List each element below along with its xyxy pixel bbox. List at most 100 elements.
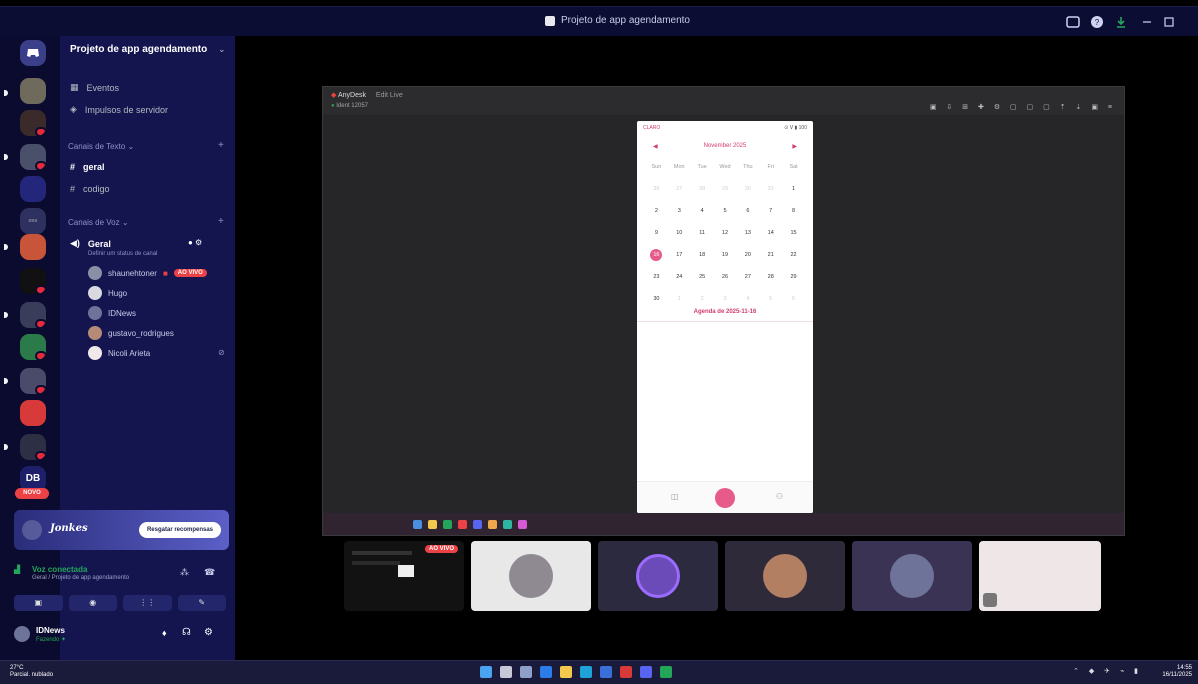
calendar-day[interactable]: 11: [691, 227, 714, 239]
voice-user[interactable]: shaunehtoner ■ AO VIVO: [88, 266, 207, 280]
soundboard-button[interactable]: ✎: [177, 595, 226, 611]
start-icon[interactable]: [480, 666, 492, 678]
channel-status[interactable]: Definir um status de canal: [88, 251, 157, 257]
calendar-day[interactable]: 3: [714, 293, 737, 305]
calendar-day[interactable]: 2: [645, 205, 668, 217]
server-icon[interactable]: [20, 368, 46, 394]
phone-screen[interactable]: CLARO ⊙ ᐯ ▮ 100 ◀ November 2025 ▶ Sun Mon…: [637, 121, 813, 513]
server-name[interactable]: Projeto de app agendamento: [70, 44, 207, 55]
voice-connected-subtitle[interactable]: Geral / Projeto de app agendamento: [32, 575, 129, 581]
calendar-day[interactable]: 24: [668, 271, 691, 283]
text-category[interactable]: Canais de Texto ⌄: [68, 142, 134, 151]
direct-messages-icon[interactable]: [20, 40, 46, 66]
voice-user[interactable]: Hugo: [88, 286, 127, 300]
whatsapp-icon[interactable]: [660, 666, 672, 678]
calendar-day[interactable]: 26: [645, 183, 668, 195]
calendar-day[interactable]: 26: [714, 271, 737, 283]
camera-button[interactable]: ▣: [14, 595, 63, 611]
calendar-day[interactable]: 17: [668, 249, 691, 261]
sidebar-item-boosts[interactable]: ◈ Impulsos de servidor: [70, 104, 168, 115]
voice-user[interactable]: IDNews: [88, 306, 136, 320]
voice-category[interactable]: Canais de Voz ⌄: [68, 218, 129, 227]
task-view-icon[interactable]: [520, 666, 532, 678]
server-icon[interactable]: [20, 234, 46, 260]
calendar-day[interactable]: 29: [782, 271, 805, 283]
calendar-day[interactable]: 31: [759, 183, 782, 195]
app-icon[interactable]: [518, 519, 527, 529]
screen-share-button[interactable]: ◉: [68, 595, 117, 611]
download-icon[interactable]: [1114, 15, 1128, 29]
calendar-day[interactable]: 30: [736, 183, 759, 195]
server-icon[interactable]: ≡≡≡: [20, 208, 46, 234]
participant-tile[interactable]: [979, 541, 1101, 611]
voice-channel-geral[interactable]: ◀) Geral: [70, 238, 111, 249]
calendar-day[interactable]: 8: [782, 205, 805, 217]
stream-tile[interactable]: AO VIVO: [344, 541, 464, 611]
server-icon[interactable]: [20, 78, 46, 104]
calendar-day[interactable]: 13: [736, 227, 759, 239]
app-icon[interactable]: [413, 519, 422, 529]
avatar[interactable]: [14, 626, 30, 642]
calendar-day[interactable]: 23: [645, 271, 668, 283]
server-icon[interactable]: [20, 400, 46, 426]
calendar-day[interactable]: 28: [691, 183, 714, 195]
server-icon[interactable]: [20, 302, 46, 328]
app-icon[interactable]: [428, 519, 437, 529]
calendar-day[interactable]: 14: [759, 227, 782, 239]
app-icon[interactable]: [600, 666, 612, 678]
calendar-day[interactable]: 1: [668, 293, 691, 305]
search-icon[interactable]: [500, 666, 512, 678]
app-icon[interactable]: [473, 519, 482, 529]
maximize-icon[interactable]: [1162, 15, 1176, 29]
participant-tile[interactable]: [852, 541, 972, 611]
calendar-day[interactable]: 6: [736, 205, 759, 217]
calendar-day[interactable]: 29: [714, 183, 737, 195]
folder-icon[interactable]: [560, 666, 572, 678]
server-icon[interactable]: [20, 176, 46, 202]
calendar-day[interactable]: 25: [691, 271, 714, 283]
sidebar-item-events[interactable]: ▦ Eventos: [70, 82, 119, 93]
voice-user[interactable]: Nicoli Arieta: [88, 346, 150, 360]
opera-icon[interactable]: [620, 666, 632, 678]
calendar-day[interactable]: 18: [691, 249, 714, 261]
calendar-day[interactable]: 7: [759, 205, 782, 217]
calendar-day[interactable]: 21: [759, 249, 782, 261]
weather-widget[interactable]: 27°C Parcial. nublado: [10, 665, 53, 679]
next-month-icon[interactable]: ▶: [792, 143, 797, 150]
list-icon[interactable]: ◫: [671, 492, 679, 501]
calendar-day[interactable]: 6: [782, 293, 805, 305]
calendar-day[interactable]: 30: [645, 293, 668, 305]
app-icon[interactable]: [488, 519, 497, 529]
headphones-icon[interactable]: ☊: [182, 627, 191, 638]
calendar-day[interactable]: 3: [668, 205, 691, 217]
server-icon[interactable]: [20, 268, 46, 294]
discord-icon[interactable]: [640, 666, 652, 678]
calendar-day[interactable]: 28: [759, 271, 782, 283]
disconnect-icon[interactable]: ☎: [204, 567, 215, 578]
help-icon[interactable]: ?: [1090, 15, 1104, 29]
server-icon[interactable]: [20, 110, 46, 136]
settings-gear-icon[interactable]: ⚙: [204, 627, 213, 638]
calendar-day[interactable]: 10: [668, 227, 691, 239]
participant-tile[interactable]: [471, 541, 591, 611]
system-tray[interactable]: ⌃ ◆ ✈ ⌁ ▮: [1073, 667, 1142, 675]
calendar-nav-button[interactable]: [715, 488, 735, 508]
participant-tile[interactable]: [598, 541, 718, 611]
activities-button[interactable]: ⋮⋮: [123, 595, 172, 611]
calendar-day[interactable]: 5: [714, 205, 737, 217]
channel-codigo[interactable]: # codigo: [70, 184, 110, 194]
calendar-day[interactable]: 19: [714, 249, 737, 261]
calendar-day[interactable]: 9: [645, 227, 668, 239]
calendar-day[interactable]: 4: [736, 293, 759, 305]
profile-icon[interactable]: ⚇: [776, 492, 783, 501]
add-channel-icon[interactable]: +: [218, 216, 224, 227]
server-icon[interactable]: [20, 334, 46, 360]
calendar-day[interactable]: 4: [691, 205, 714, 217]
store-icon[interactable]: [580, 666, 592, 678]
user-name[interactable]: IDNews: [36, 626, 65, 635]
calendar-day[interactable]: 2: [691, 293, 714, 305]
calendar-day[interactable]: 5: [759, 293, 782, 305]
channel-actions[interactable]: ● ⚙: [188, 238, 202, 247]
calendar-day[interactable]: 15: [782, 227, 805, 239]
app-icon[interactable]: [503, 519, 512, 529]
